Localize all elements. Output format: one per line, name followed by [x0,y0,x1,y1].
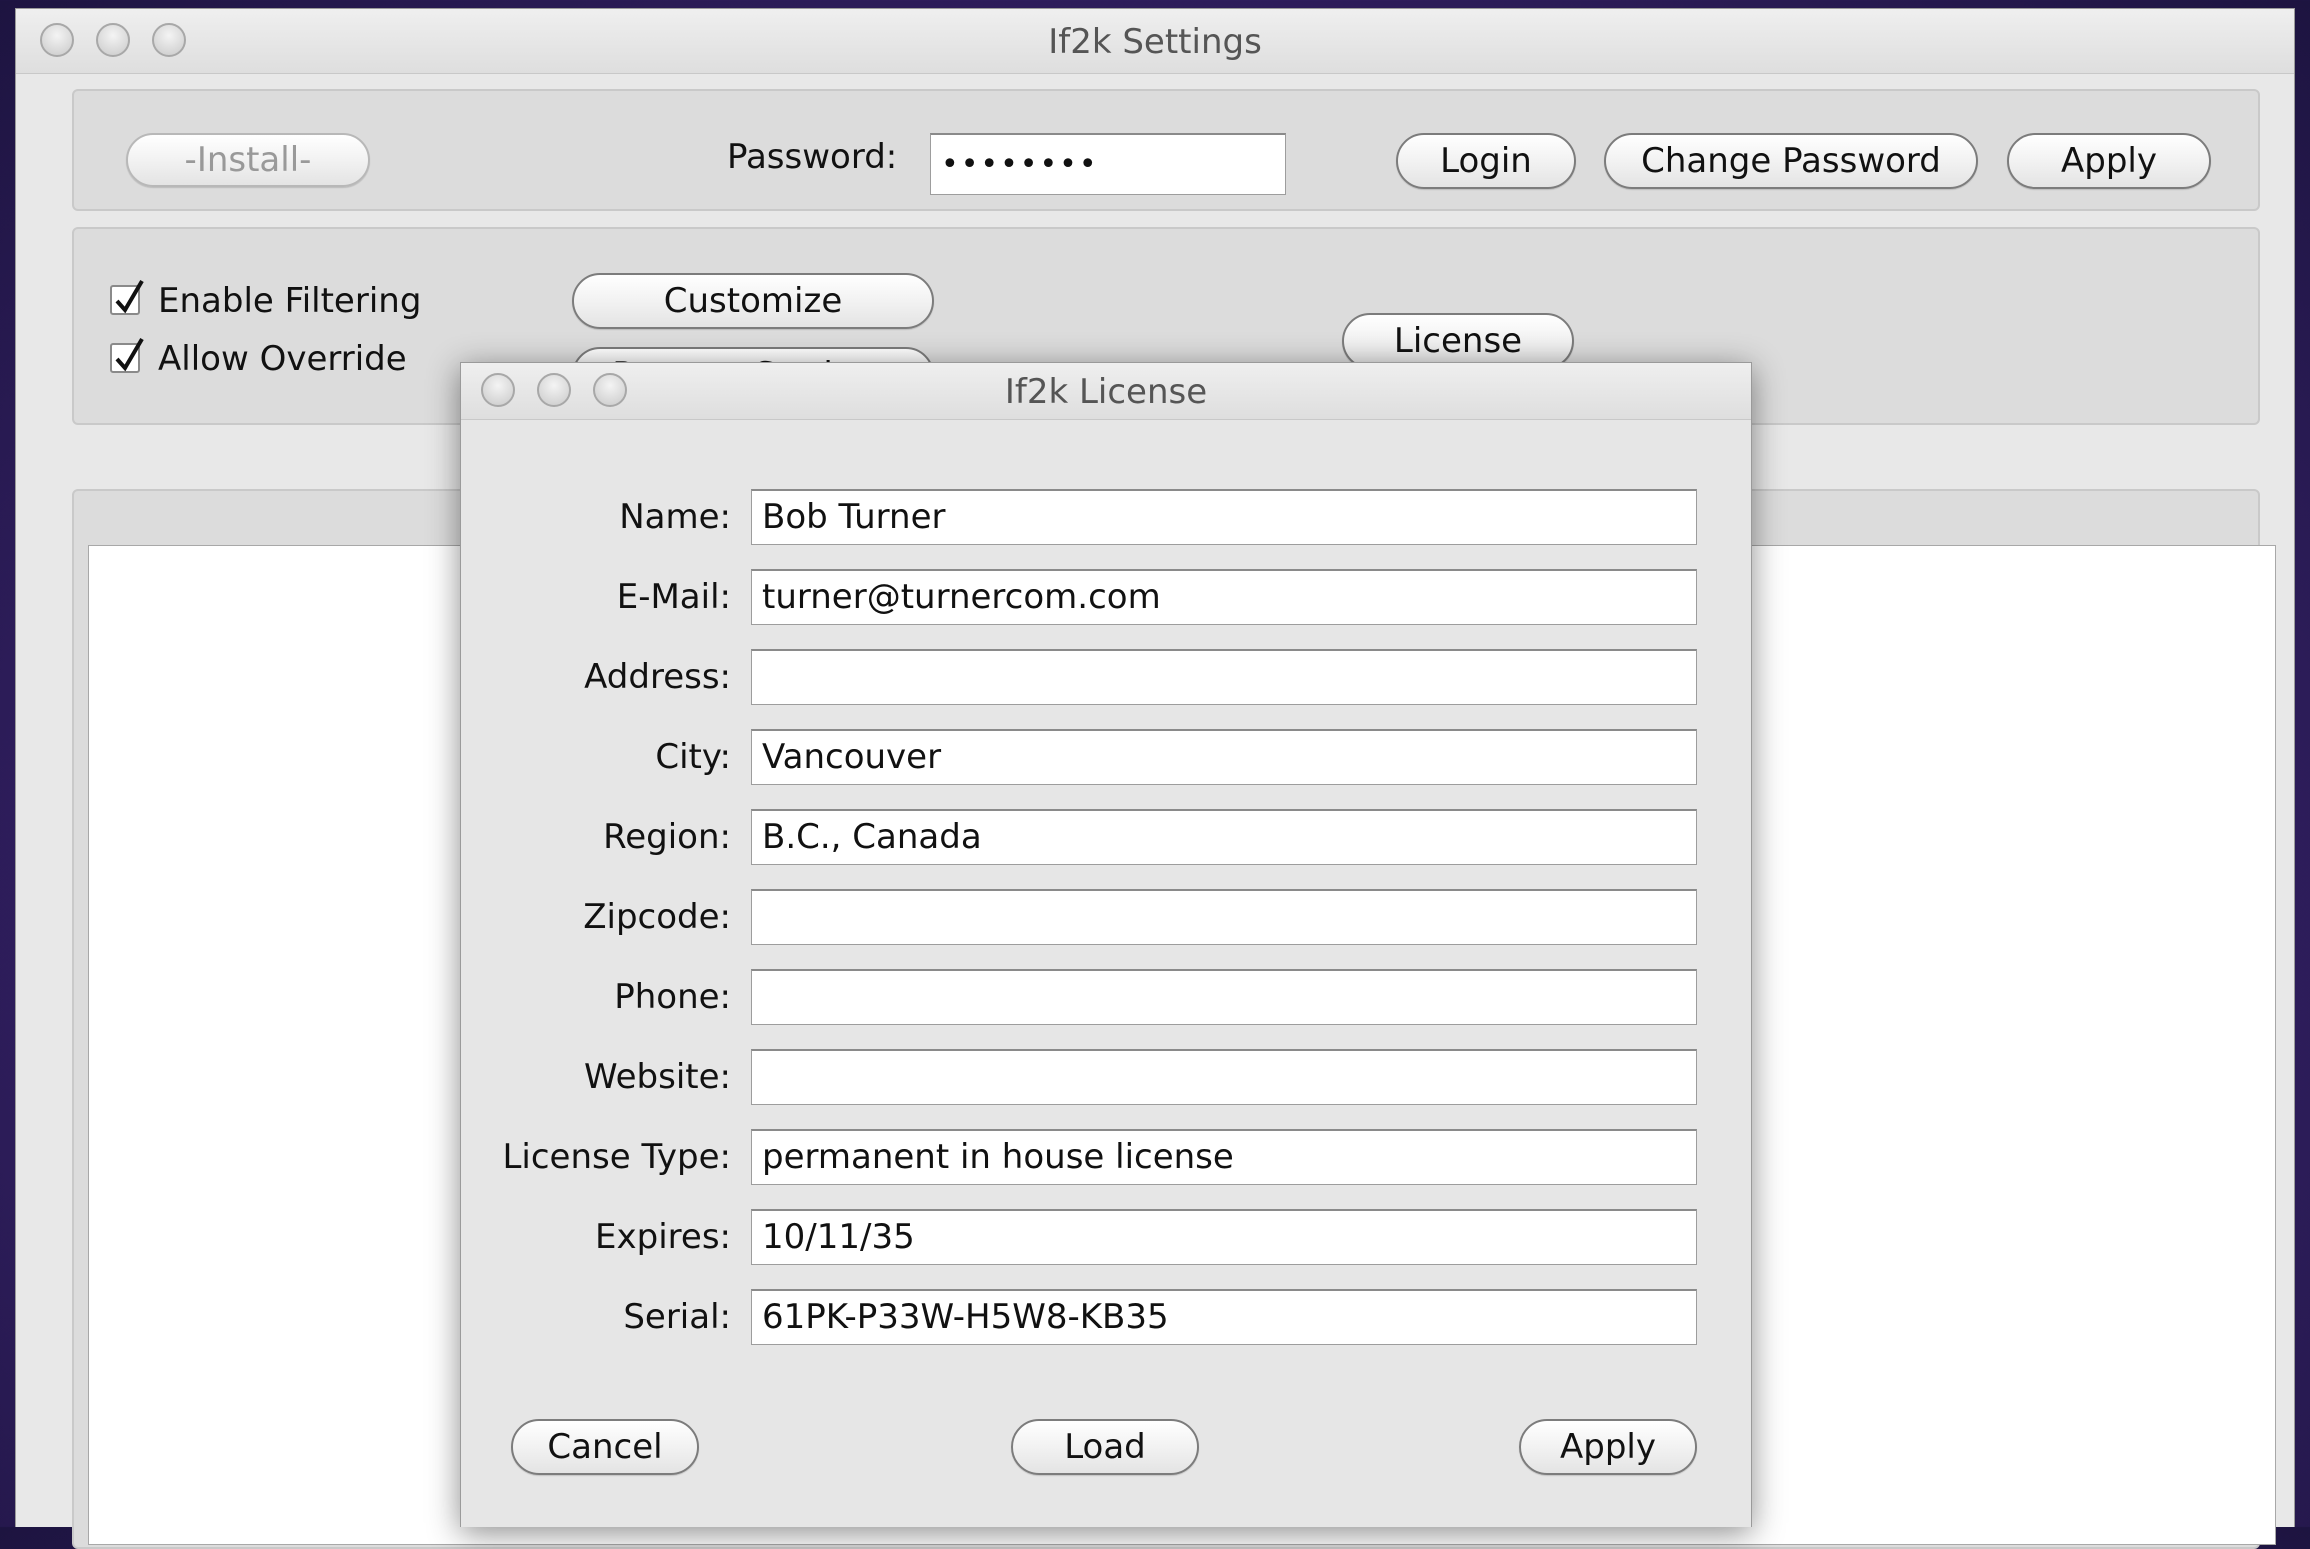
allow-override-label[interactable]: Allow Override [158,339,407,379]
region-field[interactable]: B.C., Canada [751,809,1697,865]
license-titlebar[interactable]: If2k License [461,363,1751,420]
license-dialog: If2k License Name: Bob Turner E-Mail: tu… [460,362,1752,1527]
allow-override-checkbox[interactable] [110,337,144,373]
name-field[interactable]: Bob Turner [751,489,1697,545]
password-label: Password: [727,137,898,177]
login-button[interactable]: Login [1396,133,1576,189]
license-type-label: License Type: [502,1137,731,1177]
apply-button[interactable]: Apply [2007,133,2211,189]
expires-label: Expires: [595,1217,731,1257]
license-button[interactable]: License [1342,313,1574,369]
license-type-field[interactable]: permanent in house license [751,1129,1697,1185]
cancel-button[interactable]: Cancel [511,1419,699,1475]
website-field[interactable] [751,1049,1697,1105]
serial-field[interactable]: 61PK-P33W-H5W8-KB35 [751,1289,1697,1345]
name-label: Name: [619,497,731,537]
checkmark-icon [115,279,144,314]
window-title: If2k License [1004,372,1208,412]
email-field[interactable]: turner@turnercom.com [751,569,1697,625]
load-button[interactable]: Load [1011,1419,1199,1475]
password-field[interactable]: •••••••• [930,133,1286,195]
serial-label: Serial: [623,1297,731,1337]
expires-field[interactable]: 10/11/35 [751,1209,1697,1265]
email-label: E-Mail: [616,577,731,617]
dialog-apply-button[interactable]: Apply [1519,1419,1697,1475]
zipcode-label: Zipcode: [583,897,731,937]
city-label: City: [655,737,731,777]
phone-field[interactable] [751,969,1697,1025]
install-button[interactable]: -Install- [126,133,370,187]
change-password-button[interactable]: Change Password [1604,133,1978,189]
customize-button[interactable]: Customize [572,273,934,329]
website-label: Website: [584,1057,731,1097]
settings-titlebar[interactable]: If2k Settings [16,9,2294,74]
enable-filtering-checkbox[interactable] [110,279,144,315]
address-field[interactable] [751,649,1697,705]
window-title: If2k Settings [1048,22,1262,62]
phone-label: Phone: [614,977,731,1017]
region-label: Region: [603,817,731,857]
zipcode-field[interactable] [751,889,1697,945]
auth-panel: -Install- Password: •••••••• Login Chang… [72,89,2260,211]
enable-filtering-label[interactable]: Enable Filtering [158,281,421,321]
address-label: Address: [584,657,731,697]
checkmark-icon [115,337,144,372]
city-field[interactable]: Vancouver [751,729,1697,785]
